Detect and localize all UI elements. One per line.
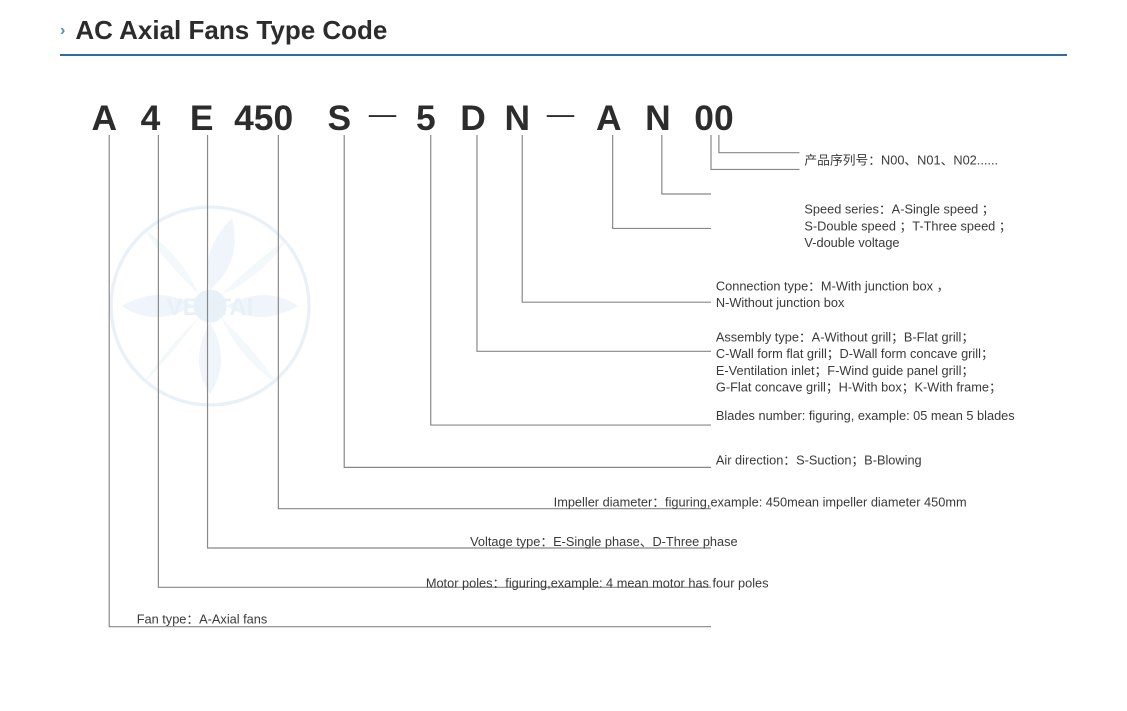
- svg-text:N: N: [645, 98, 671, 138]
- svg-text:Motor poles：figuring,example:: Motor poles：figuring,example: 4 mean mot…: [426, 575, 769, 590]
- svg-text:E-Ventilation inlet；F-Wind gui: E-Ventilation inlet；F-Wind guide panel g…: [716, 363, 974, 379]
- diagram-area: VENTAI A 4 E 450 S — 5 D N —: [60, 76, 1067, 666]
- title-section: › AC Axial Fans Type Code: [60, 15, 1067, 46]
- svg-text:4: 4: [141, 98, 161, 138]
- svg-text:S-Double speed ；T-Three speed: S-Double speed ；T-Three speed ；: [804, 218, 1011, 234]
- svg-text:450: 450: [234, 98, 293, 138]
- svg-text:V-double voltage: V-double voltage: [804, 235, 899, 250]
- svg-text:—: —: [369, 98, 397, 129]
- svg-text:Air direction：S-Suction；B-Blow: Air direction：S-Suction；B-Blowing: [716, 452, 922, 468]
- svg-text:Blades number: figuring, examp: Blades number: figuring, example: 05 mea…: [716, 408, 1015, 423]
- svg-text:N: N: [505, 98, 531, 138]
- svg-text:G-Flat concave grill；H-With bo: G-Flat concave grill；H-With box；K-With f…: [716, 380, 1002, 396]
- svg-text:C-Wall form flat grill；D-Wall: C-Wall form flat grill；D-Wall form conca…: [716, 346, 994, 362]
- svg-text:Speed series：A-Single speed ；: Speed series：A-Single speed ；: [804, 202, 994, 218]
- page-container: › AC Axial Fans Type Code VENT: [0, 0, 1127, 711]
- svg-text:E: E: [190, 98, 214, 138]
- svg-text:—: —: [547, 98, 575, 129]
- divider: [60, 54, 1067, 56]
- svg-text:产品序列号：N00、N01、N02......: 产品序列号：N00、N01、N02......: [804, 153, 998, 168]
- svg-text:Voltage type：E-Single phase、D-: Voltage type：E-Single phase、D-Three phas…: [470, 534, 738, 549]
- svg-text:Fan type：A-Axial fans: Fan type：A-Axial fans: [137, 612, 268, 627]
- svg-text:Impeller diameter：figuring,exa: Impeller diameter：figuring,example: 450m…: [554, 495, 967, 510]
- svg-text:A: A: [92, 98, 118, 138]
- svg-text:5: 5: [416, 98, 436, 138]
- svg-text:D: D: [460, 98, 486, 138]
- svg-text:A: A: [596, 98, 622, 138]
- svg-text:Assembly type：A-Without grill；: Assembly type：A-Without grill；B-Flat gri…: [716, 330, 974, 346]
- svg-text:00: 00: [694, 98, 733, 138]
- chevron-icon: ›: [60, 22, 65, 40]
- svg-text:Connection type：M-With junctio: Connection type：M-With junction box ，: [716, 278, 949, 293]
- svg-text:S: S: [328, 98, 352, 138]
- page-title: AC Axial Fans Type Code: [75, 15, 387, 46]
- svg-text:N-Without junction box: N-Without junction box: [716, 295, 845, 310]
- diagram-svg: A 4 E 450 S — 5 D N — A N 00: [60, 76, 1067, 666]
